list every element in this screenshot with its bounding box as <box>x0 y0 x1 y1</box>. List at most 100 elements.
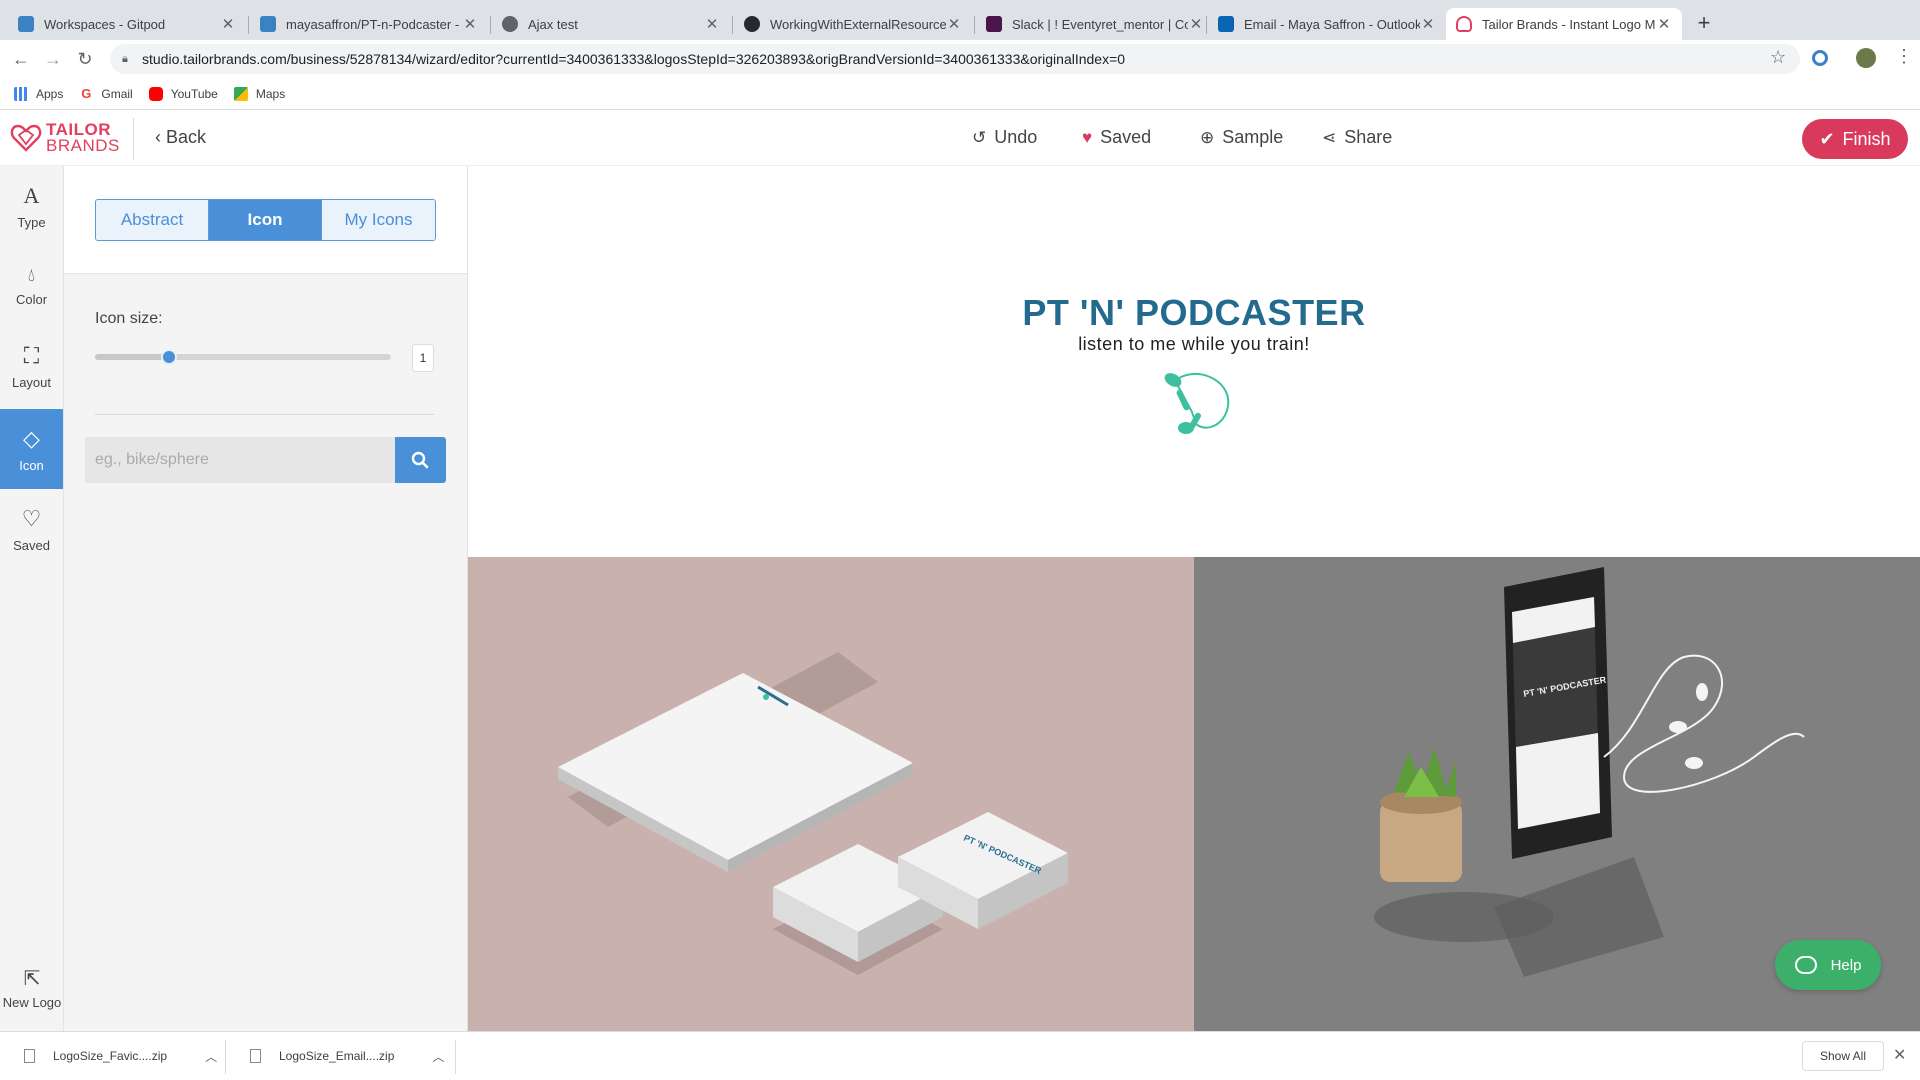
bookmarks-bar: Apps G Gmail YouTube Maps <box>0 78 1920 110</box>
globe-icon <box>502 16 518 32</box>
browser-tab[interactable]: Email - Maya Saffron - Outlook ✕ <box>1208 8 1446 40</box>
extension-icon[interactable] <box>1812 50 1828 66</box>
finish-label: Finish <box>1842 128 1891 149</box>
file-icon <box>250 1049 261 1063</box>
bookmark-label: Apps <box>36 86 64 101</box>
icon-size-slider-track[interactable] <box>95 354 391 360</box>
back-arrow-icon[interactable]: ← <box>9 48 33 72</box>
drop-icon: 💧︎ <box>27 265 36 285</box>
saved-button[interactable]: ♥ Saved <box>1082 127 1151 148</box>
apps-grid-icon <box>14 86 28 101</box>
close-icon[interactable]: ✕ <box>1188 15 1204 33</box>
avatar[interactable] <box>1856 48 1876 68</box>
address-bar[interactable]: 🔒︎ studio.tailorbrands.com/business/5287… <box>110 44 1800 74</box>
chevron-up-icon[interactable]: ︿ <box>205 1048 217 1065</box>
close-icon[interactable]: ✕ <box>1420 15 1436 33</box>
icon-source-segmented-control: Abstract Icon My Icons <box>95 199 436 241</box>
bookmark-apps[interactable]: Apps <box>14 86 64 101</box>
download-item[interactable]: LogoSize_Favic....zip ︿ <box>24 1032 217 1080</box>
external-link-icon: ⇱ <box>23 968 41 990</box>
editor-rail: A Type 💧︎ Color ⛶ Layout ◇ Icon ♡ Saved <box>0 166 64 1031</box>
rail-label: Type <box>17 214 46 230</box>
sample-label: Sample <box>1222 127 1284 147</box>
lock-icon: 🔒︎ <box>122 53 128 65</box>
rail-label: Icon <box>19 457 44 473</box>
type-icon: A <box>23 182 40 208</box>
bookmark-gmail[interactable]: G Gmail <box>79 86 133 101</box>
icon-search <box>85 437 446 483</box>
chevron-up-icon[interactable]: ︿ <box>432 1048 444 1065</box>
new-logo-button[interactable]: ⇱ New Logo <box>0 966 64 1010</box>
bookmark-label: Gmail <box>101 86 133 101</box>
heart-icon: ♥ <box>1082 127 1093 147</box>
icon-size-slider-handle[interactable] <box>161 349 177 365</box>
sample-button[interactable]: ⊕ Sample <box>1200 127 1283 148</box>
browser-tab[interactable]: mayasaffron/PT-n-Podcaster - ✕ <box>250 8 488 40</box>
forward-arrow-icon[interactable]: → <box>41 48 65 72</box>
icon-search-input[interactable] <box>85 437 395 483</box>
rail-item-color[interactable]: 💧︎ Color <box>0 246 63 326</box>
bookmark-label: YouTube <box>170 86 218 101</box>
undo-label: Undo <box>994 127 1038 147</box>
rail-label: Saved <box>13 537 50 553</box>
brand-name: PT 'N' PODCASTER <box>1022 292 1366 333</box>
stationery-mockup-image: PT 'N' PODCASTER <box>558 652 1068 975</box>
tab-icon[interactable]: Icon <box>209 200 322 240</box>
bookmark-maps[interactable]: Maps <box>233 86 286 101</box>
browser-tab-strip: Workspaces - Gitpod ✕ mayasaffron/PT-n-P… <box>0 0 1920 40</box>
browser-tab[interactable]: Slack | ! Eventyret_mentor | Co ✕ <box>976 8 1214 40</box>
download-filename: LogoSize_Email....zip <box>279 1049 395 1063</box>
back-button[interactable]: ‹ Back <box>155 127 206 148</box>
slack-icon <box>986 16 1002 32</box>
icon-size-value[interactable]: 1 <box>412 344 434 372</box>
new-logo-label: New Logo <box>2 995 62 1010</box>
close-icon[interactable]: ✕ <box>462 15 478 33</box>
bookmark-star-icon[interactable]: ☆ <box>1770 47 1786 68</box>
bookmark-youtube[interactable]: YouTube <box>148 86 218 101</box>
tab-label: Email - Maya Saffron - Outlook <box>1244 16 1420 32</box>
show-all-downloads-button[interactable]: Show All <box>1802 1041 1884 1071</box>
download-item[interactable]: LogoSize_Email....zip ︿ <box>250 1032 444 1080</box>
close-icon[interactable]: ✕ <box>1893 1045 1906 1065</box>
rail-item-icon[interactable]: ◇ Icon <box>0 409 63 489</box>
download-filename: LogoSize_Favic....zip <box>53 1049 168 1063</box>
finish-button[interactable]: ✔ Finish <box>1802 119 1908 159</box>
browser-menu-icon[interactable]: ⋮ <box>1895 46 1913 67</box>
share-label: Share <box>1344 127 1393 147</box>
help-button[interactable]: Help <box>1775 940 1881 990</box>
browser-tab-active[interactable]: Tailor Brands - Instant Logo M ✕ <box>1446 8 1682 40</box>
browser-tab[interactable]: WorkingWithExternalResource ✕ <box>734 8 972 40</box>
close-icon[interactable]: ✕ <box>946 15 962 33</box>
search-icon <box>412 451 429 469</box>
heart-logo-icon <box>10 124 42 152</box>
tab-abstract[interactable]: Abstract <box>96 200 209 240</box>
search-button[interactable] <box>394 437 446 483</box>
close-icon[interactable]: ✕ <box>1656 15 1672 33</box>
undo-icon: ↺ <box>972 127 987 147</box>
stationery-mockup: PT 'N' PODCASTER <box>468 557 1194 1031</box>
browser-tab[interactable]: Ajax test ✕ <box>492 8 730 40</box>
undo-button[interactable]: ↺ Undo <box>972 127 1037 148</box>
reload-icon[interactable]: ↻ <box>73 48 97 72</box>
tab-label: Workspaces - Gitpod <box>44 16 166 32</box>
new-tab-button[interactable]: + <box>1690 10 1718 38</box>
earphones-logo-icon <box>1164 372 1230 434</box>
close-icon[interactable]: ✕ <box>704 15 720 33</box>
rail-item-saved[interactable]: ♡ Saved <box>0 489 63 569</box>
heart-outline-icon: ♡ <box>21 505 42 531</box>
app-header: TAILOR BRANDS ‹ Back ↺ Undo ♥ Saved ⊕ Sa… <box>0 110 1920 166</box>
icon-source-tabs-area: Abstract Icon My Icons <box>64 166 467 274</box>
tailor-brands-logo[interactable]: TAILOR BRANDS <box>10 121 120 154</box>
saved-label: Saved <box>1100 127 1152 147</box>
tab-my-icons[interactable]: My Icons <box>322 200 435 240</box>
browser-tab[interactable]: Workspaces - Gitpod ✕ <box>8 8 246 40</box>
close-icon[interactable]: ✕ <box>220 15 236 33</box>
back-label: Back <box>166 127 207 147</box>
rail-item-type[interactable]: A Type <box>0 166 63 246</box>
share-button[interactable]: ⋖ Share <box>1322 127 1392 148</box>
bookmark-label: Maps <box>255 86 286 101</box>
rail-item-layout[interactable]: ⛶ Layout <box>0 326 63 406</box>
tab-label: WorkingWithExternalResource <box>770 16 946 32</box>
outlook-icon <box>1218 16 1234 32</box>
tab-label: Slack | ! Eventyret_mentor | Co <box>1012 16 1188 32</box>
